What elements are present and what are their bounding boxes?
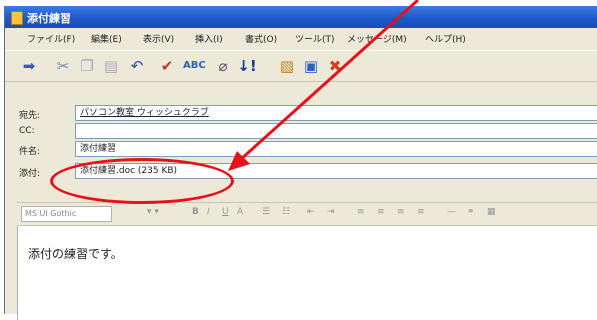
annotation-arrow <box>228 0 420 171</box>
arrow-shaft <box>238 0 420 162</box>
